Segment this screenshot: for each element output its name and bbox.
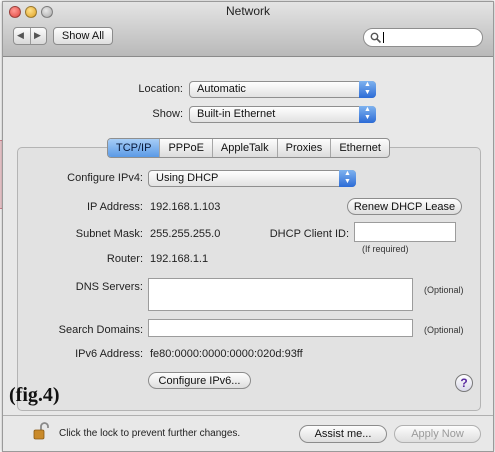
tab-pppoe[interactable]: PPPoE (160, 139, 213, 157)
back-forward-control[interactable]: ◀ ▶ (13, 27, 47, 45)
search-domains-label: Search Domains: (58, 324, 143, 336)
configure-ipv4-popup[interactable]: Using DHCP ▲ ▼ (148, 170, 356, 187)
show-value: Built-in Ethernet (197, 108, 276, 120)
location-value: Automatic (197, 83, 246, 95)
subnet-mask-value: 255.255.255.0 (150, 228, 221, 240)
show-label: Show: (152, 108, 183, 120)
router-label: Router: (106, 253, 143, 265)
tab-tcpip[interactable]: TCP/IP (108, 139, 161, 157)
back-icon[interactable]: ◀ (17, 30, 24, 41)
dns-servers-field[interactable] (148, 278, 413, 311)
ip-address-label: IP Address: (86, 201, 143, 213)
search-field[interactable] (363, 28, 483, 47)
updown-arrows-icon: ▲ ▼ (359, 106, 376, 123)
search-domains-hint: (Optional) (424, 325, 464, 335)
dns-servers-hint: (Optional) (424, 285, 464, 295)
footer-divider (3, 415, 493, 416)
router-value: 192.168.1.1 (150, 253, 209, 265)
figure-caption: (fig.4) (9, 384, 60, 406)
lock-icon[interactable] (33, 422, 49, 440)
title-bar: Network ◀ ▶ Show All (3, 2, 493, 57)
location-label: Location: (138, 83, 183, 95)
dhcp-client-id-hint: (If required) (362, 244, 409, 254)
search-domains-field[interactable] (148, 319, 413, 337)
search-icon (370, 32, 382, 44)
dns-servers-label: DNS Servers: (75, 281, 143, 293)
text-cursor (383, 32, 384, 43)
divider (30, 28, 31, 44)
dhcp-client-id-label: DHCP Client ID: (269, 228, 349, 240)
tab-bar: TCP/IP PPPoE AppleTalk Proxies Ethernet (107, 138, 390, 158)
configure-ipv6-button[interactable]: Configure IPv6... (148, 372, 251, 389)
tab-appletalk[interactable]: AppleTalk (213, 139, 278, 157)
tab-proxies[interactable]: Proxies (278, 139, 332, 157)
dhcp-client-id-field[interactable] (354, 222, 456, 242)
show-all-button[interactable]: Show All (53, 27, 113, 45)
ip-address-value: 192.168.1.103 (150, 201, 221, 213)
location-popup[interactable]: Automatic ▲ ▼ (189, 81, 376, 98)
help-button[interactable]: ? (455, 374, 473, 392)
renew-dhcp-button[interactable]: Renew DHCP Lease (347, 198, 462, 215)
configure-ipv4-label: Configure IPv4: (67, 172, 143, 184)
updown-arrows-icon: ▲ ▼ (339, 170, 356, 187)
configure-ipv4-value: Using DHCP (156, 172, 219, 184)
ipv6-address-value: fe80:0000:0000:0000:020d:93ff (150, 348, 303, 360)
updown-arrows-icon: ▲ ▼ (359, 81, 376, 98)
apply-now-button[interactable]: Apply Now (394, 425, 481, 443)
lock-text: Click the lock to prevent further change… (59, 428, 241, 439)
network-window: Network ◀ ▶ Show All Location: Automatic… (2, 1, 494, 452)
forward-icon[interactable]: ▶ (34, 30, 41, 41)
show-popup[interactable]: Built-in Ethernet ▲ ▼ (189, 106, 376, 123)
tab-ethernet[interactable]: Ethernet (331, 139, 389, 157)
assist-me-button[interactable]: Assist me... (299, 425, 387, 443)
subnet-mask-label: Subnet Mask: (75, 228, 143, 240)
ipv6-address-label: IPv6 Address: (75, 348, 143, 360)
window-title: Network (225, 4, 270, 18)
